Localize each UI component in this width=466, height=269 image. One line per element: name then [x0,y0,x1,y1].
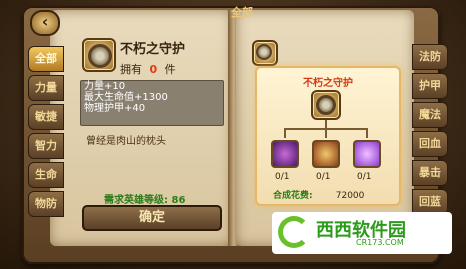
tab-magic[interactable]: 魔法 [412,102,448,128]
tab-agility[interactable]: 敏捷 [28,104,64,130]
material-count: 0/1 [357,172,372,182]
material-slot[interactable] [312,140,340,168]
tab-strength[interactable]: 力量 [28,75,64,101]
owned-unit: 件 [164,63,176,76]
tab-physical-defense[interactable]: 物防 [28,191,64,217]
owned-count: 0 [149,63,158,76]
back-button[interactable]: ‹ [30,10,60,36]
game-scene: ‹ 全部 全部 力量 敏捷 智力 生命 物防 法防 护甲 魔法 回血 暴击 回蓝… [0,0,466,269]
watermark-logo [278,216,310,248]
material-count: 0/1 [275,172,290,182]
item-name: 不朽之守护 [120,42,186,57]
recipe-result-icon[interactable] [311,90,341,120]
material-slot[interactable] [271,140,299,168]
tab-regen[interactable]: 回血 [412,131,448,157]
watermark-subtext: CR173.COM [356,238,404,247]
stats-box: 力量+10 最大生命值+1300 物理护甲+40 [80,80,224,126]
material-count: 0/1 [316,172,331,182]
material-slot[interactable] [353,140,381,168]
craft-cost-value: 72000 [335,191,365,201]
left-category-tabs: 全部 力量 敏捷 智力 生命 物防 [28,46,64,220]
tree-connector [366,128,368,138]
owned-label: 拥有 [120,63,142,76]
item-icon [82,38,116,72]
shield-gear-icon [316,95,336,115]
stat-line: 最大生命值+1300 [84,92,168,103]
top-tab-label: 全部 [231,6,253,19]
back-arrow-icon: ‹ [41,12,49,31]
tree-connector [284,128,286,138]
tab-intelligence[interactable]: 智力 [28,133,64,159]
recipe-title: 不朽之守护 [303,78,353,89]
confirm-button[interactable]: 确定 [82,205,222,231]
tab-health[interactable]: 生命 [28,162,64,188]
level-requirement: 需求英雄等级: 86 [104,195,186,206]
right-category-tabs: 法防 护甲 魔法 回血 暴击 回蓝 [412,44,450,218]
stat-line: 力量+10 [84,81,126,92]
shield-gear-icon [88,44,112,68]
tree-connector [325,120,327,128]
item-description: 曾经是肉山的枕头 [86,136,166,147]
recipe-item-icon[interactable] [252,40,278,66]
tab-magic-defense[interactable]: 法防 [412,44,448,70]
craft-cost: 合成花费: 72000 [273,188,364,201]
tree-connector [325,128,327,138]
watermark: 西西软件园 CR173.COM [272,212,452,254]
tab-crit[interactable]: 暴击 [412,160,448,186]
owned-line: 拥有 0 件 [120,61,176,77]
stat-line: 物理护甲+40 [84,103,146,114]
craft-cost-label: 合成花费: [273,191,313,201]
tab-all[interactable]: 全部 [28,46,64,72]
recipe-panel: 不朽之守护 0/1 0/1 0/1 合成花费: 72000 [255,66,401,206]
tab-armor[interactable]: 护甲 [412,73,448,99]
shield-gear-icon [256,44,272,60]
